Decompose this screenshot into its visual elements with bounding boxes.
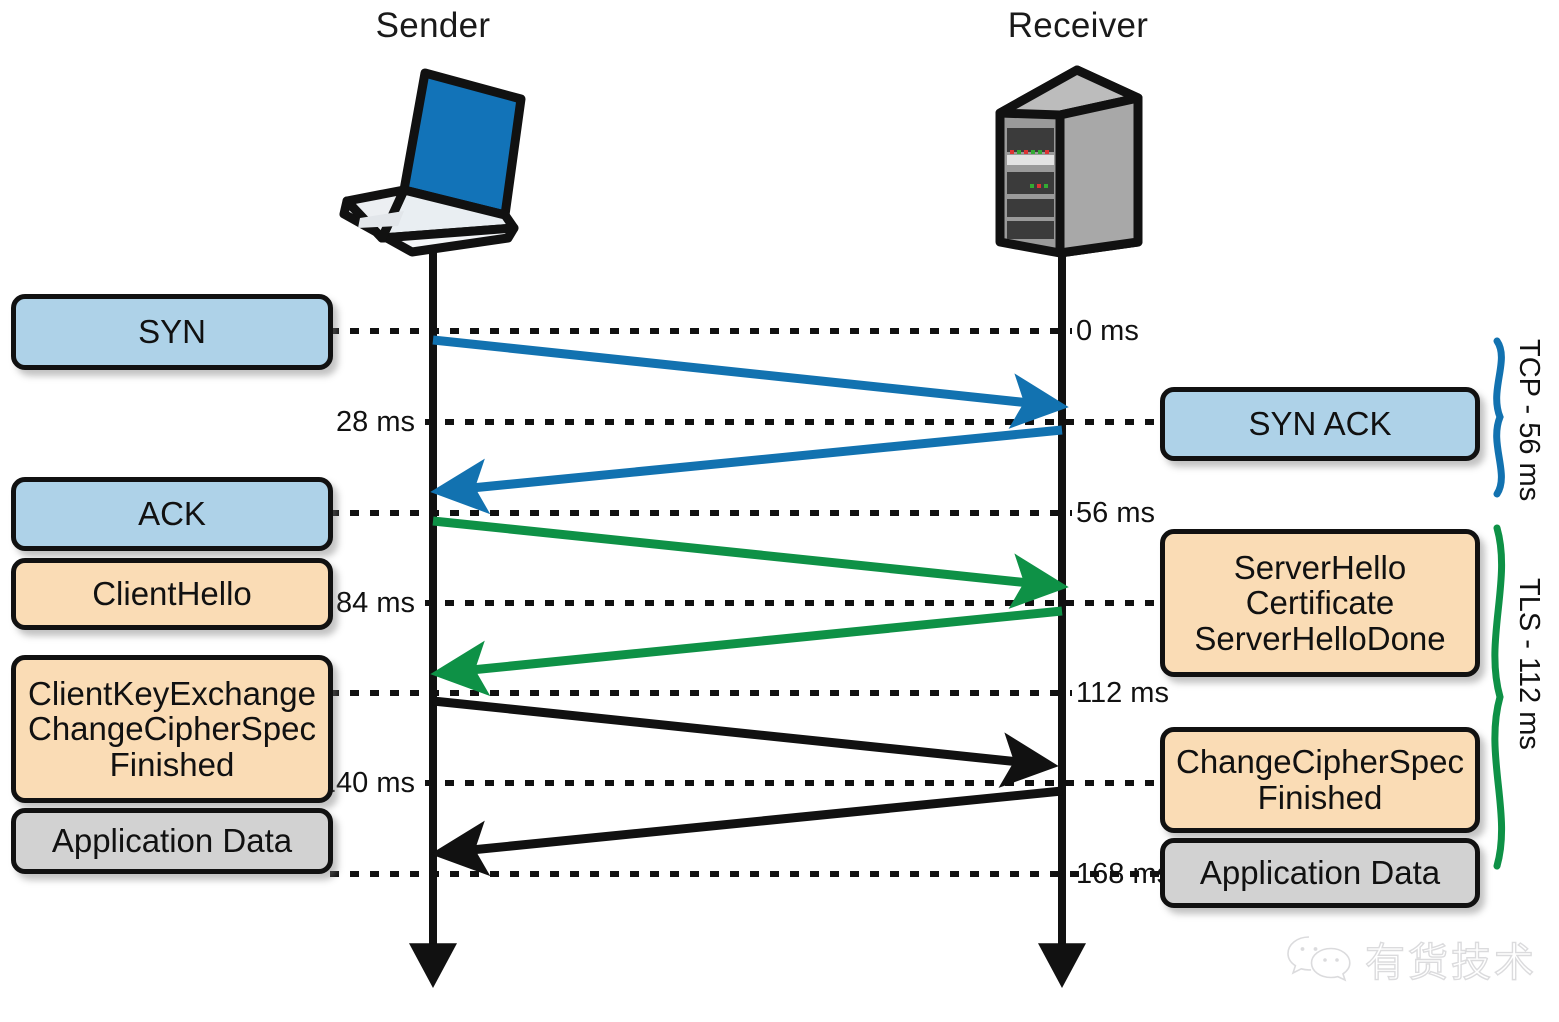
message-box-line: ACK [138,495,206,533]
message-box-clientkeyexchange: ClientKeyExchange ChangeCipherSpec Finis… [11,655,333,803]
message-box-line: ServerHello [1233,548,1407,586]
message-box-line: ClientHello [92,575,252,613]
time-label-28ms: 28 ms [336,406,415,438]
sender-title: Sender [375,6,491,45]
message-box-line: Finished [109,745,235,783]
receiver-title: Receiver [1007,6,1149,45]
message-box-ack: ACK [11,477,333,551]
time-label-168ms: 168 ms [1076,858,1172,890]
time-label-56ms: 56 ms [1076,497,1155,529]
message-box-clienthello: ClientHello [11,558,333,630]
tls-handshake-sequence-diagram: Sender Receiver TCP - 56 ms TLS - 112 ms… [0,0,1559,1022]
server-icon [995,65,1143,258]
message-arrow-syn [432,335,1069,429]
message-box-line: ChangeCipherSpec [1175,743,1465,781]
message-arrow-clientkeyex [432,696,1059,788]
message-box-syn: SYN [11,294,333,370]
message-box-line: Certificate [1245,584,1395,622]
brace-label-tls: TLS - 112 ms [1513,578,1545,750]
tls-brace [1491,524,1506,870]
tcp-brace [1493,337,1505,498]
time-label-112ms: 112 ms [1076,677,1169,709]
message-box-line: SYN ACK [1248,405,1392,443]
watermark-text: 有货技术 [1364,939,1537,986]
message-box-changecipherspec: ChangeCipherSpec Finished [1160,727,1480,833]
message-box-line: SYN [138,313,206,351]
message-arrow-serverhello [430,606,1063,697]
message-box-application-data-receiver: Application Data [1160,838,1480,908]
message-arrow-clienthello [432,516,1069,609]
message-box-line: Application Data [51,822,293,860]
message-box-line: ServerHelloDone [1194,619,1446,657]
brace-label-tcp: TCP - 56 ms [1513,339,1545,502]
message-box-synack: SYN ACK [1160,387,1480,461]
watermark: 有货技术 [1285,930,1537,988]
message-arrow-synack [430,425,1063,515]
message-box-line: Application Data [1199,854,1441,892]
wechat-icon [1287,936,1351,982]
message-box-serverhello: ServerHello Certificate ServerHelloDone [1160,529,1480,677]
message-box-line: Finished [1257,779,1383,816]
message-arrow-changecipher [430,786,1063,877]
time-ruler-lines [330,328,1163,877]
time-label-0ms: 0 ms [1076,315,1139,347]
laptop-icon [339,68,526,257]
message-box-line: ClientKeyExchange [27,674,316,712]
message-box-line: ChangeCipherSpec [27,710,317,748]
message-box-application-data-sender: Application Data [11,808,333,874]
